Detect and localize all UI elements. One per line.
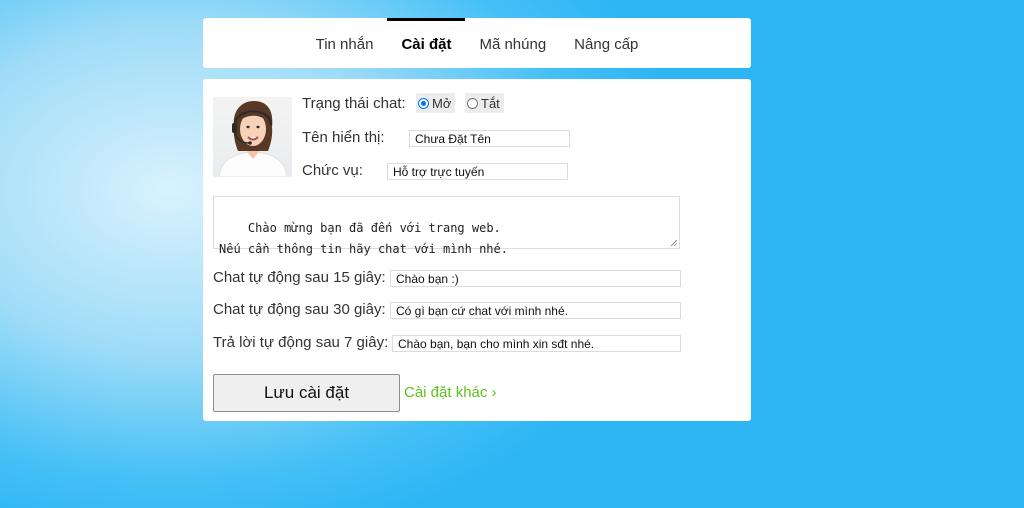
position-input[interactable] [387,163,568,180]
tab-settings[interactable]: Cài đặt [387,18,466,68]
tab-bar: Tin nhắn Cài đặt Mã nhúng Nâng cấp [203,18,751,68]
auto-chat-30-label: Chat tự động sau 30 giây: [213,301,386,318]
display-name-label: Tên hiển thị: [302,129,385,146]
chat-status-off-option[interactable]: Tắt [465,93,504,113]
welcome-message-textarea[interactable]: Chào mừng bạn đã đến với trang web. Nếu … [213,196,680,256]
position-label: Chức vụ: [302,162,363,179]
radio-off[interactable] [467,97,478,109]
support-agent-avatar [213,97,292,177]
chat-status-on-option[interactable]: Mở [416,93,456,113]
tab-upgrade[interactable]: Nâng cấp [560,18,652,68]
tab-embed-code[interactable]: Mã nhúng [465,18,560,68]
radio-on-label: Mở [432,95,452,111]
auto-chat-15-input[interactable] [390,270,681,287]
more-settings-link[interactable]: Cài đặt khác › [404,384,497,401]
settings-panel: Trạng thái chat: Mở Tắt Tên hiển thị: Ch… [203,79,751,421]
save-settings-button[interactable]: Lưu cài đặt [213,374,400,412]
radio-off-label: Tắt [481,95,500,111]
chat-status-label: Trạng thái chat: [302,95,406,112]
auto-chat-30-input[interactable] [390,302,681,319]
display-name-input[interactable] [409,130,570,147]
tab-messages[interactable]: Tin nhắn [302,18,388,68]
auto-reply-7-label: Trả lời tự động sau 7 giây: [213,334,389,351]
radio-on[interactable] [418,97,429,109]
welcome-message-text: Chào mừng bạn đã đến với trang web. Nếu … [219,221,508,256]
auto-reply-7-input[interactable] [392,335,681,352]
resize-handle[interactable] [671,240,677,246]
auto-chat-15-label: Chat tự động sau 15 giây: [213,269,386,286]
